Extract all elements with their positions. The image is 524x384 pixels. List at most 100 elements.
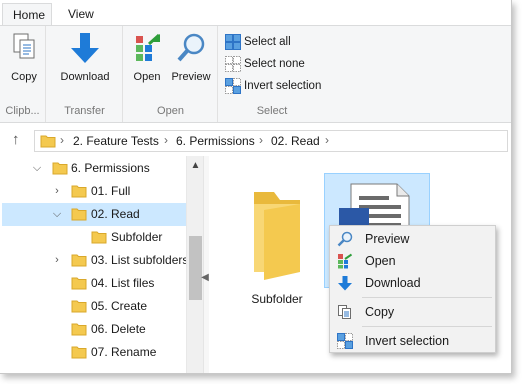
folder-icon (52, 162, 68, 175)
breadcrumb-permissions[interactable]: 6. Permissions (176, 134, 255, 148)
select-all-label: Select all (244, 36, 291, 48)
menu-item-label: Copy (365, 305, 395, 319)
ribbon-tabbar: Home View (0, 0, 511, 26)
tab-home[interactable]: Home (2, 3, 52, 26)
tree-item-delete[interactable]: 06. Delete (2, 318, 186, 341)
folder-icon (71, 254, 87, 267)
chevron-right-icon[interactable]: › (164, 133, 168, 147)
chevron-right-icon[interactable]: › (52, 180, 62, 203)
up-arrow-icon[interactable]: ↑ (12, 131, 20, 148)
tree-item-create[interactable]: 05. Create (2, 295, 186, 318)
select-none-label: Select none (244, 58, 305, 70)
ribbon-group-open: Open Preview Open (124, 26, 218, 122)
tree-item-label: 04. List files (91, 276, 155, 290)
folder-icon (71, 346, 87, 359)
folder-icon (254, 192, 300, 280)
menu-item-label: Preview (365, 232, 410, 246)
magnifier-icon (337, 231, 353, 247)
tree-item-list-subfolders[interactable]: › 03. List subfolders (2, 249, 189, 272)
menu-item-preview[interactable]: Preview (331, 228, 494, 250)
menu-item-copy[interactable]: Copy (331, 301, 494, 323)
tree-item-label: 01. Full (91, 184, 131, 198)
menu-item-label: Download (365, 276, 421, 290)
copy-button[interactable]: Copy (6, 30, 42, 83)
tree-item-rename[interactable]: 07. Rename (2, 341, 186, 364)
pane-splitter[interactable] (203, 156, 209, 373)
download-icon (338, 276, 352, 291)
chevron-right-icon[interactable]: › (259, 133, 263, 147)
chevron-down-icon[interactable]: ⌵ (32, 157, 42, 180)
select-none-icon (225, 55, 241, 72)
folder-icon (91, 231, 107, 244)
address-bar[interactable]: › 2. Feature Tests › 6. Permissions › 02… (34, 130, 508, 152)
chevron-down-icon[interactable]: ⌵ (52, 203, 62, 226)
menu-separator (362, 297, 492, 298)
ribbon-group-transfer: Download Transfer (47, 26, 123, 122)
select-none-button[interactable]: Select none (225, 54, 305, 74)
menu-item-open[interactable]: Open (331, 250, 494, 272)
folder-icon (71, 323, 87, 336)
open-icon (338, 253, 353, 269)
invert-selection-icon (337, 333, 353, 349)
open-icon (132, 33, 162, 69)
address-row: ↑ › 2. Feature Tests › 6. Permissions › … (0, 128, 511, 154)
group-label-select: Select (256, 105, 288, 117)
tree-item-label: 03. List subfolders (91, 253, 189, 267)
folder-icon (40, 135, 56, 148)
chevron-right-icon[interactable]: › (325, 133, 329, 147)
tab-view[interactable]: View (58, 3, 104, 26)
open-button[interactable]: Open (128, 30, 166, 83)
preview-button-label: Preview (171, 71, 211, 83)
tree-item-label: 06. Delete (91, 322, 146, 336)
open-button-label: Open (133, 71, 161, 83)
tree-item-read[interactable]: ⌵ 02. Read (2, 203, 186, 226)
chevron-right-icon[interactable]: › (52, 249, 62, 272)
file-explorer-window: Home View Copy Clipb... Download Transfe… (0, 0, 512, 374)
copy-button-label: Copy (11, 71, 37, 83)
tree-item-subfolder[interactable]: Subfolder (2, 226, 186, 249)
tree-item-label: 02. Read (91, 207, 140, 221)
nav-scrollbar[interactable]: ▲ (186, 156, 204, 373)
group-label-open: Open (157, 105, 184, 117)
menu-item-download[interactable]: Download (331, 272, 494, 294)
download-button[interactable]: Download (57, 30, 113, 83)
group-label-transfer: Transfer (64, 105, 105, 117)
folder-icon (71, 208, 87, 221)
download-icon (67, 33, 103, 69)
chevron-right-icon[interactable]: › (60, 133, 64, 147)
navigation-pane: ⌵ 6. Permissions › 01. Full ⌵ 02. Read S… (0, 156, 206, 373)
menu-separator (362, 326, 492, 327)
group-label-clipboard: Clipb... (5, 105, 40, 117)
invert-selection-icon (225, 77, 241, 94)
menu-item-invert-selection[interactable]: Invert selection (331, 330, 494, 352)
invert-selection-label: Invert selection (244, 80, 322, 92)
magnifier-icon (175, 33, 207, 69)
tree-item-label: 07. Rename (91, 345, 157, 359)
preview-button[interactable]: Preview (168, 30, 214, 83)
tree-item-list-files[interactable]: 04. List files (2, 272, 186, 295)
select-all-icon (225, 33, 241, 50)
copy-icon (338, 305, 351, 319)
file-item-subfolder[interactable]: Subfolder (232, 176, 322, 306)
folder-icon (71, 300, 87, 313)
tree-item-label: Subfolder (111, 230, 163, 244)
tree-item-permissions[interactable]: ⌵ 6. Permissions (2, 157, 186, 180)
chevron-left-icon[interactable]: ◀ (201, 268, 209, 288)
tree-item-label: 05. Create (91, 299, 148, 313)
folder-icon (71, 277, 87, 290)
select-all-button[interactable]: Select all (225, 32, 291, 52)
file-item-label: Subfolder (251, 292, 303, 306)
ribbon-group-select: Select all Select none Invert selection (219, 26, 325, 122)
folder-icon (71, 185, 87, 198)
ribbon: Copy Clipb... Download Transfer Open Pre… (0, 25, 511, 123)
ribbon-group-clipboard: Copy Clipb... (0, 26, 46, 122)
breadcrumb-read[interactable]: 02. Read (271, 134, 320, 148)
invert-selection-button[interactable]: Invert selection (225, 76, 321, 96)
context-menu: Preview Open Download Copy Invert select… (329, 225, 496, 353)
breadcrumb-feature-tests[interactable]: 2. Feature Tests (73, 134, 159, 148)
download-button-label: Download (60, 71, 110, 83)
copy-icon (11, 33, 37, 69)
tree-item-label: 6. Permissions (71, 161, 150, 175)
chevron-up-icon[interactable]: ▲ (187, 160, 204, 171)
tree-item-full[interactable]: › 01. Full (2, 180, 186, 203)
